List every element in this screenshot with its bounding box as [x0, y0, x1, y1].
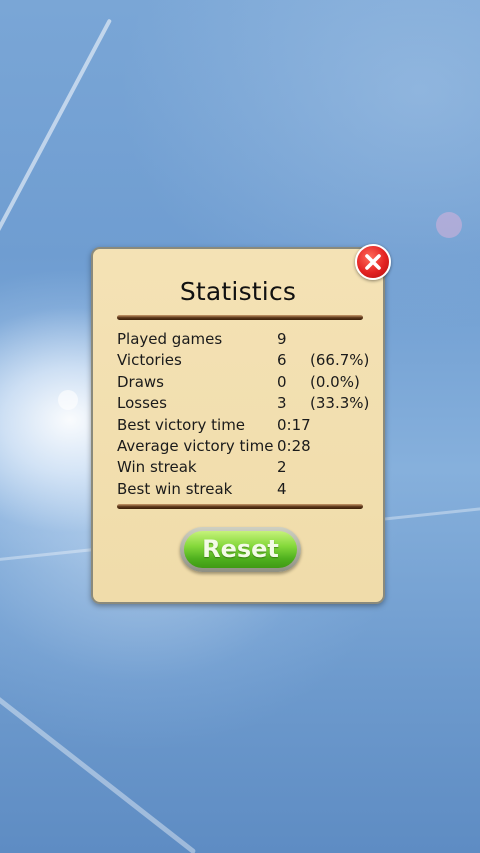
stat-label: Losses: [117, 394, 167, 413]
stat-label: Victories: [117, 351, 182, 370]
dialog-title: Statistics: [179, 277, 297, 306]
lens-flare: [58, 390, 78, 410]
stat-label: Best win streak: [117, 479, 233, 498]
stat-value: 0: [277, 372, 287, 391]
stat-value: 0:17: [277, 415, 311, 434]
stat-row-losses: Losses 3 (33.3%): [117, 393, 370, 414]
close-icon: [365, 254, 381, 270]
stat-value: 6: [277, 351, 287, 370]
close-button[interactable]: [355, 244, 391, 280]
stat-percent: (66.7%): [310, 351, 370, 370]
stat-value: 0:28: [277, 436, 311, 455]
contrail: [0, 690, 197, 853]
stat-value: 4: [277, 479, 287, 498]
lens-flare: [436, 212, 462, 238]
stat-value: 3: [277, 394, 287, 413]
reset-button-label: Reset: [184, 531, 297, 568]
stat-label: Average victory time: [117, 436, 274, 455]
stat-label: Win streak: [117, 458, 197, 477]
stat-row-win-streak: Win streak 2: [117, 457, 367, 478]
reset-button[interactable]: Reset: [180, 527, 301, 572]
stat-row-best-victory-time: Best victory time 0:17: [117, 415, 367, 436]
statistics-dialog: Statistics Played games 9 Victories 6 (6…: [91, 247, 385, 604]
stat-row-victories: Victories 6 (66.7%): [117, 350, 370, 371]
stat-label: Draws: [117, 372, 164, 391]
stat-label: Best victory time: [117, 415, 246, 434]
stat-row-best-win-streak: Best win streak 4: [117, 479, 367, 500]
divider-top: [117, 315, 363, 320]
stat-label: Played games: [117, 330, 223, 348]
stat-percent: (0.0%): [310, 372, 360, 391]
divider-bottom: [117, 504, 363, 509]
stat-row-played-games: Played games 9: [117, 329, 367, 350]
stat-percent: (33.3%): [310, 394, 370, 413]
stat-row-average-victory-time: Average victory time 0:28: [117, 436, 367, 457]
stat-row-draws: Draws 0 (0.0%): [117, 372, 367, 393]
stat-value: 2: [277, 458, 287, 477]
stat-value: 9: [277, 330, 287, 348]
stats-list: Played games 9 Victories 6 (66.7%) Draws…: [117, 329, 370, 500]
